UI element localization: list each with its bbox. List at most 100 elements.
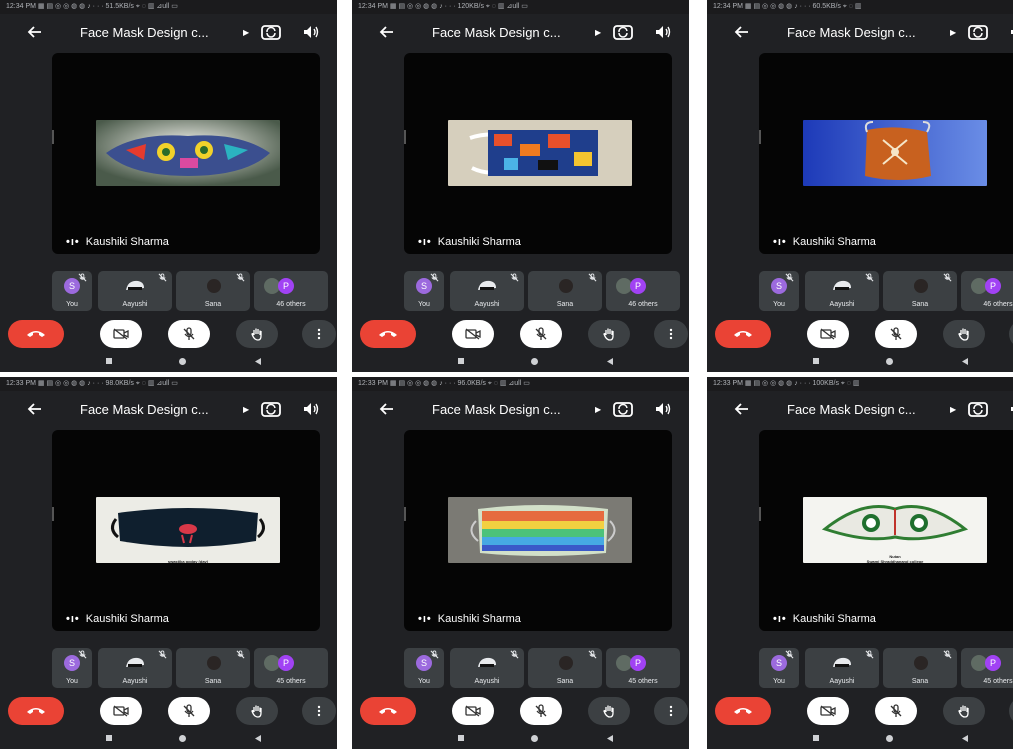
participant-tile-sana[interactable]: Sana: [528, 648, 602, 688]
switch-camera-icon[interactable]: [260, 22, 282, 42]
meeting-title[interactable]: Face Mask Design c...: [787, 25, 916, 40]
end-call-button[interactable]: [360, 697, 416, 725]
nav-circle-icon[interactable]: [530, 357, 539, 366]
participant-tile-you[interactable]: S You: [404, 271, 444, 311]
camera-toggle-button[interactable]: [807, 697, 849, 725]
participant-tile-others[interactable]: P 45 others: [606, 648, 680, 688]
more-options-button[interactable]: [654, 697, 688, 725]
nav-square-icon[interactable]: [812, 357, 820, 365]
participant-tile-aayushi[interactable]: Aayushi: [805, 271, 879, 311]
participant-tile-sana[interactable]: Sana: [528, 271, 602, 311]
meeting-title[interactable]: Face Mask Design c...: [432, 402, 561, 417]
raise-hand-button[interactable]: [588, 697, 630, 725]
participant-tile-others[interactable]: P 46 others: [606, 271, 680, 311]
caret-right-icon[interactable]: ▶: [950, 28, 956, 37]
end-call-button[interactable]: [715, 697, 771, 725]
participant-tile-others[interactable]: P 46 others: [254, 271, 328, 311]
end-call-button[interactable]: [715, 320, 771, 348]
raise-hand-button[interactable]: [236, 320, 278, 348]
participant-tile-sana[interactable]: Sana: [176, 271, 250, 311]
raise-hand-button[interactable]: [943, 320, 985, 348]
participant-tile-others[interactable]: P 46 others: [961, 271, 1013, 311]
meeting-title[interactable]: Face Mask Design c...: [80, 402, 209, 417]
back-arrow-icon[interactable]: [378, 400, 396, 418]
end-call-button[interactable]: [8, 697, 64, 725]
back-arrow-icon[interactable]: [26, 400, 44, 418]
participant-tile-sana[interactable]: Sana: [883, 648, 957, 688]
participant-tile-you[interactable]: S You: [759, 648, 799, 688]
participant-tile-you[interactable]: S You: [52, 648, 92, 688]
end-call-button[interactable]: [8, 320, 64, 348]
participant-tile-aayushi[interactable]: Aayushi: [450, 271, 524, 311]
back-arrow-icon[interactable]: [378, 23, 396, 41]
main-video-tile[interactable]: •ı• Kaushiki Sharma: [404, 430, 672, 631]
participant-tile-aayushi[interactable]: Aayushi: [98, 648, 172, 688]
more-options-button[interactable]: [1009, 697, 1013, 725]
switch-camera-icon[interactable]: [967, 399, 989, 419]
nav-square-icon[interactable]: [457, 357, 465, 365]
more-options-button[interactable]: [302, 697, 336, 725]
mic-toggle-button[interactable]: [168, 320, 210, 348]
switch-camera-icon[interactable]: [967, 22, 989, 42]
camera-toggle-button[interactable]: [452, 320, 494, 348]
mic-toggle-button[interactable]: [875, 697, 917, 725]
camera-toggle-button[interactable]: [452, 697, 494, 725]
nav-square-icon[interactable]: [457, 734, 465, 742]
nav-triangle-icon[interactable]: [254, 357, 262, 366]
nav-square-icon[interactable]: [105, 734, 113, 742]
caret-right-icon[interactable]: ▶: [595, 28, 601, 37]
main-video-tile[interactable]: swastika pgdav (day) •ı• Kaushiki Sharma: [52, 430, 320, 631]
mic-toggle-button[interactable]: [520, 697, 562, 725]
back-arrow-icon[interactable]: [733, 23, 751, 41]
raise-hand-button[interactable]: [588, 320, 630, 348]
nav-triangle-icon[interactable]: [606, 734, 614, 743]
raise-hand-button[interactable]: [943, 697, 985, 725]
mic-toggle-button[interactable]: [875, 320, 917, 348]
nav-triangle-icon[interactable]: [961, 357, 969, 366]
participant-tile-others[interactable]: P 45 others: [961, 648, 1013, 688]
switch-camera-icon[interactable]: [612, 22, 634, 42]
caret-right-icon[interactable]: ▶: [950, 405, 956, 414]
speaker-icon[interactable]: [654, 23, 672, 41]
speaker-icon[interactable]: [1009, 23, 1013, 41]
switch-camera-icon[interactable]: [260, 399, 282, 419]
nav-circle-icon[interactable]: [530, 734, 539, 743]
camera-toggle-button[interactable]: [100, 320, 142, 348]
main-video-tile[interactable]: Nutan Swami Shraddhanand college •ı• Kaus…: [759, 430, 1013, 631]
camera-toggle-button[interactable]: [100, 697, 142, 725]
main-video-tile[interactable]: •ı• Kaushiki Sharma: [404, 53, 672, 254]
nav-circle-icon[interactable]: [178, 357, 187, 366]
participant-tile-aayushi[interactable]: Aayushi: [450, 648, 524, 688]
caret-right-icon[interactable]: ▶: [243, 28, 249, 37]
back-arrow-icon[interactable]: [26, 23, 44, 41]
nav-triangle-icon[interactable]: [254, 734, 262, 743]
participant-tile-you[interactable]: S You: [52, 271, 92, 311]
nav-circle-icon[interactable]: [885, 734, 894, 743]
more-options-button[interactable]: [302, 320, 336, 348]
nav-square-icon[interactable]: [812, 734, 820, 742]
participant-tile-you[interactable]: S You: [759, 271, 799, 311]
caret-right-icon[interactable]: ▶: [595, 405, 601, 414]
speaker-icon[interactable]: [1009, 400, 1013, 418]
speaker-icon[interactable]: [302, 23, 320, 41]
raise-hand-button[interactable]: [236, 697, 278, 725]
main-video-tile[interactable]: •ı• Kaushiki Sharma: [759, 53, 1013, 254]
mic-toggle-button[interactable]: [168, 697, 210, 725]
caret-right-icon[interactable]: ▶: [243, 405, 249, 414]
speaker-icon[interactable]: [302, 400, 320, 418]
participant-tile-others[interactable]: P 45 others: [254, 648, 328, 688]
participant-tile-sana[interactable]: Sana: [176, 648, 250, 688]
back-arrow-icon[interactable]: [733, 400, 751, 418]
camera-toggle-button[interactable]: [807, 320, 849, 348]
participant-tile-you[interactable]: S You: [404, 648, 444, 688]
more-options-button[interactable]: [1009, 320, 1013, 348]
end-call-button[interactable]: [360, 320, 416, 348]
participant-tile-sana[interactable]: Sana: [883, 271, 957, 311]
meeting-title[interactable]: Face Mask Design c...: [432, 25, 561, 40]
nav-triangle-icon[interactable]: [961, 734, 969, 743]
participant-tile-aayushi[interactable]: Aayushi: [98, 271, 172, 311]
nav-circle-icon[interactable]: [885, 357, 894, 366]
nav-square-icon[interactable]: [105, 357, 113, 365]
main-video-tile[interactable]: •ı• Kaushiki Sharma: [52, 53, 320, 254]
participant-tile-aayushi[interactable]: Aayushi: [805, 648, 879, 688]
